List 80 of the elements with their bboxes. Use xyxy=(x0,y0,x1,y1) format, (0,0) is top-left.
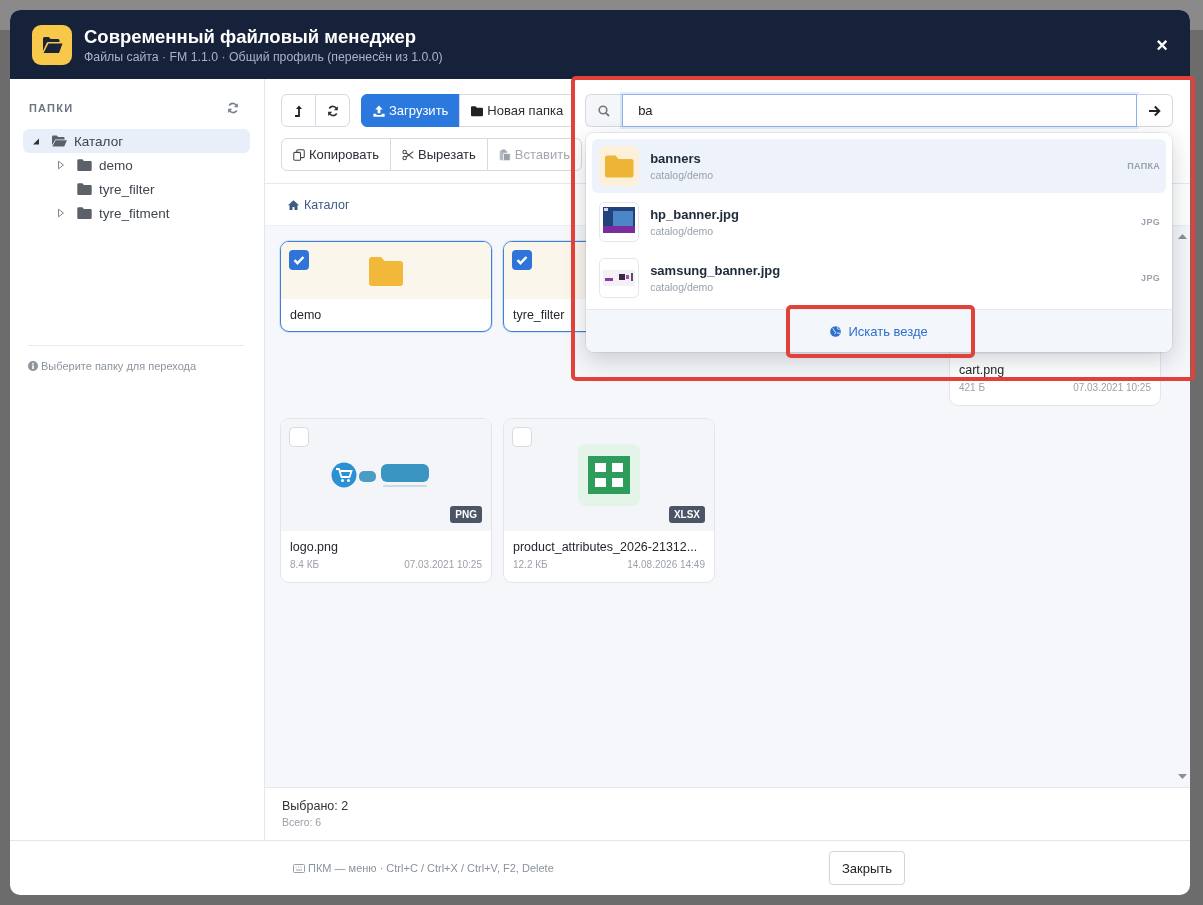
tree-item[interactable]: tyre_fitment xyxy=(23,201,250,225)
folder-icon xyxy=(599,146,640,186)
file-date: 07.03.2021 10:25 xyxy=(1073,382,1151,393)
globe-icon xyxy=(830,325,842,337)
file-name: demo xyxy=(290,307,323,323)
checkbox[interactable] xyxy=(512,427,532,447)
suggestion-path: catalog/demo xyxy=(650,169,715,181)
caret-down-icon[interactable] xyxy=(32,136,40,146)
scroll-up-icon[interactable] xyxy=(1178,234,1187,239)
suggestion-item[interactable]: banners catalog/demo ПАПКА xyxy=(592,139,1166,193)
level-up-button[interactable] xyxy=(281,94,316,127)
info-icon xyxy=(28,361,38,371)
file-size: 421 Б xyxy=(959,382,986,393)
folder-icon xyxy=(471,104,484,117)
checkbox[interactable] xyxy=(289,250,309,270)
file-name: cart.png xyxy=(959,362,1006,378)
image-thumbnail xyxy=(599,258,640,298)
upload-icon xyxy=(373,104,385,117)
search-everywhere-button[interactable]: Искать везде xyxy=(830,323,928,339)
folder-icon xyxy=(77,207,92,219)
total-count: Всего: 6 xyxy=(282,815,323,830)
close-button[interactable]: × xyxy=(1156,34,1168,55)
image-thumbnail xyxy=(599,202,640,242)
search-field[interactable]: ba xyxy=(622,94,1137,127)
home-icon xyxy=(288,199,299,210)
upload-button[interactable]: Загрузить xyxy=(361,94,461,127)
folder-icon xyxy=(77,159,92,171)
checkbox[interactable] xyxy=(512,250,532,270)
suggestion-type: JPG xyxy=(1141,273,1160,283)
suggestion-name: banners xyxy=(650,151,702,166)
suggestion-item[interactable]: samsung_banner.jpg catalog/demo JPG xyxy=(592,251,1166,305)
refresh-button[interactable] xyxy=(315,94,350,127)
suggestion-name: samsung_banner.jpg xyxy=(650,263,782,278)
shortcut-hint: ПКМ — меню · Ctrl+C / Ctrl+X / Ctrl+V, F2, Delete xyxy=(308,862,554,874)
file-type-badge: XLSX xyxy=(668,506,705,523)
suggestion-type: ПАПКА xyxy=(1127,161,1160,171)
keyboard-icon xyxy=(293,863,305,873)
suggestion-item[interactable]: hp_banner.jpg catalog/demo JPG xyxy=(592,195,1166,249)
caret-right-icon[interactable] xyxy=(57,208,65,218)
file-type-badge: PNG xyxy=(450,506,482,523)
selection-count: Выбрано: 2 xyxy=(282,798,350,814)
window-subtitle: Файлы сайта · FM 1.1.0 · Общий профиль (перенесён из 1.0.0) xyxy=(84,48,444,65)
tree-item[interactable]: Каталог xyxy=(23,129,250,153)
sidebar-hint: Выберите папку для перехода xyxy=(41,360,197,372)
file-name: logo.png xyxy=(290,539,339,555)
go-button[interactable] xyxy=(1137,94,1173,127)
suggestion-type: JPG xyxy=(1141,217,1160,227)
scroll-down-icon[interactable] xyxy=(1178,774,1187,779)
file-card[interactable]: PNG logo.png 8.4 КБ 07.03.2021 10:25 xyxy=(280,418,492,583)
file-date: 14.08.2026 14:49 xyxy=(627,559,705,570)
file-size: 12.2 КБ xyxy=(513,559,548,570)
file-name: tyre_filter xyxy=(513,307,566,323)
file-name: product_attributes_2026-21312... xyxy=(513,539,699,555)
tree-item[interactable]: demo xyxy=(23,153,250,177)
suggestion-path: catalog/demo xyxy=(650,281,715,293)
suggestion-name: hp_banner.jpg xyxy=(650,207,740,222)
file-card[interactable]: XLSX product_attributes_2026-21312... 12.2 КБ 14.08.2026 14:49 xyxy=(503,418,715,583)
file-date: 07.03.2021 10:25 xyxy=(404,559,482,570)
folder-open-icon xyxy=(32,24,72,65)
file-size: 8.4 КБ xyxy=(290,559,320,570)
arrow-right-icon xyxy=(1148,104,1161,117)
window-title: Современный файловый менеджер xyxy=(84,24,417,49)
cut-button[interactable]: Вырезать xyxy=(390,138,488,171)
refresh-icon[interactable] xyxy=(227,102,239,114)
level-up-icon xyxy=(292,104,305,117)
scissors-icon xyxy=(402,148,414,161)
search-icon xyxy=(598,104,611,117)
copy-icon xyxy=(293,148,305,161)
checkbox[interactable] xyxy=(289,427,309,447)
close-dialog-button[interactable]: Закрыть xyxy=(829,851,905,885)
refresh-icon xyxy=(326,104,339,117)
suggestion-path: catalog/demo xyxy=(650,225,715,237)
tree-item[interactable]: tyre_filter xyxy=(23,177,250,201)
folder-open-icon xyxy=(52,135,67,147)
paste-icon xyxy=(498,148,511,161)
copy-button[interactable]: Копировать xyxy=(281,138,391,171)
breadcrumb-link[interactable]: Каталог xyxy=(288,197,350,212)
caret-right-icon[interactable] xyxy=(57,160,65,170)
folder-card[interactable]: demo xyxy=(280,241,492,332)
sidebar-heading: ПАПКИ xyxy=(29,102,74,114)
